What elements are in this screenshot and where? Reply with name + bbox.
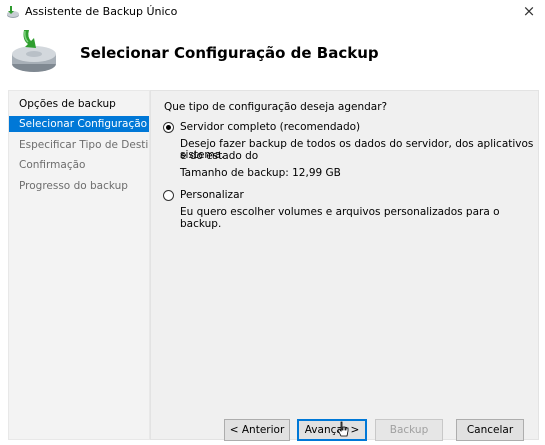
page-title: Selecionar Configuração de Backup (80, 44, 379, 62)
backup-drive-large-icon (12, 30, 56, 72)
custom-description: Eu quero escolher volumes e arquivos per… (180, 206, 500, 230)
sidebar-item-select-configuration[interactable]: Selecionar Configuração ... (9, 116, 149, 132)
mouse-pointer-icon (337, 421, 349, 437)
backup-size-text: Tamanho de backup: 12,99 GB (180, 167, 341, 179)
backup-drive-icon (7, 6, 19, 18)
sidebar-item-backup-options[interactable]: Opções de backup (9, 96, 149, 112)
sidebar-item-confirmation: Confirmação (19, 159, 86, 171)
cancel-button[interactable]: Cancelar (456, 419, 524, 441)
backup-button: Backup (375, 419, 443, 441)
close-icon[interactable]: × (521, 2, 537, 20)
custom-label[interactable]: Personalizar (180, 189, 244, 201)
full-server-description-line2: sistema. (180, 149, 225, 161)
title-bar: Assistente de Backup Único × (0, 0, 545, 24)
window-title: Assistente de Backup Único (25, 5, 178, 18)
wizard-steps-sidebar: Opções de backup Selecionar Configuração… (8, 90, 150, 440)
configuration-question: Que tipo de configuração deseja agendar? (164, 101, 388, 113)
configuration-panel: Que tipo de configuração deseja agendar?… (150, 90, 539, 440)
full-server-label[interactable]: Servidor completo (recomendado) (180, 121, 360, 133)
sidebar-item-backup-progress: Progresso do backup (19, 180, 128, 192)
full-server-description-line1: Desejo fazer backup de todos os dados do… (180, 138, 534, 162)
next-button[interactable]: Avançar > (297, 419, 367, 441)
custom-radio[interactable] (163, 190, 174, 201)
previous-button[interactable]: < Anterior (224, 419, 290, 441)
sidebar-item-destination-type: Especificar Tipo de Destino (19, 139, 149, 151)
wizard-header: Selecionar Configuração de Backup (0, 24, 545, 84)
full-server-radio[interactable] (163, 122, 174, 133)
